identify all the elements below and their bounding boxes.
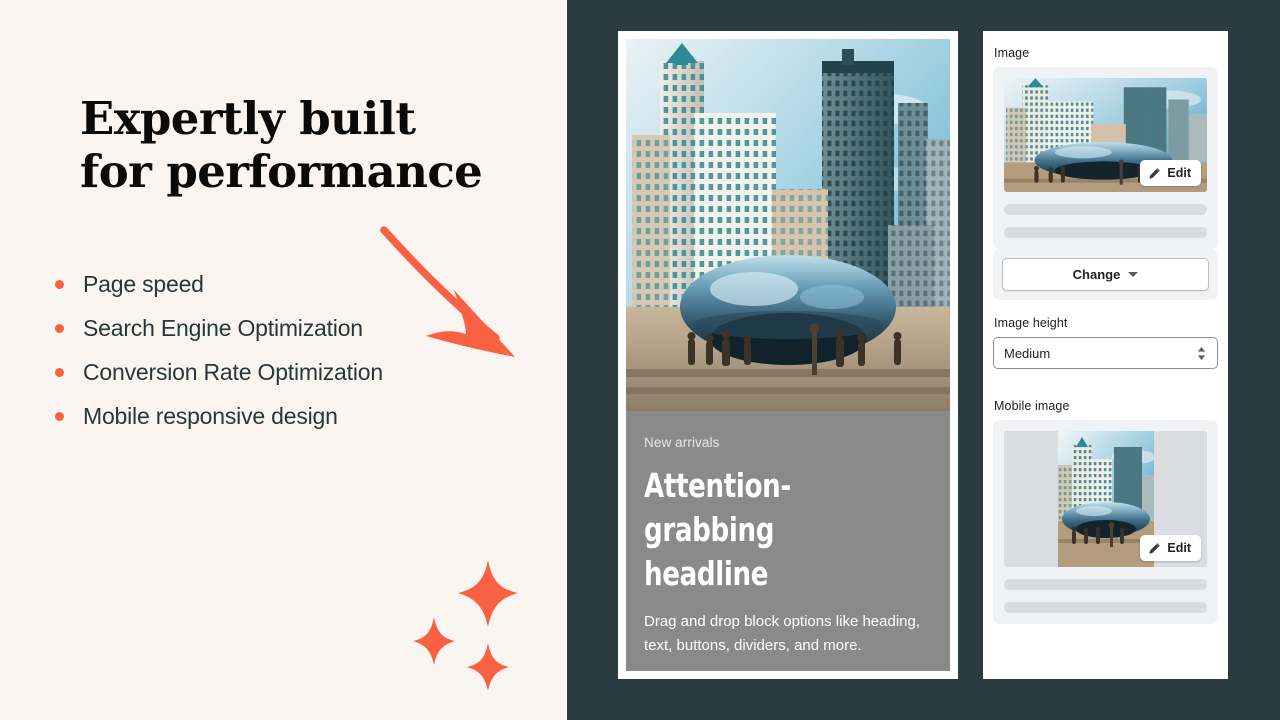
list-item-label: Search Engine Optimization: [83, 315, 363, 341]
bullet-dot-icon: [55, 279, 64, 289]
caret-down-icon: [1128, 272, 1139, 277]
hero-text-overlay: New arrivals Attention-grabbing headline…: [626, 411, 950, 671]
mobile-image-thumbnail[interactable]: Edit: [1004, 431, 1207, 567]
skeleton-bar: [1004, 579, 1207, 590]
hero-image: [626, 39, 950, 411]
change-image-label: Change: [1072, 267, 1121, 282]
preview-headline: Attention-grabbing headline: [644, 466, 791, 593]
eyebrow-text: New arrivals: [644, 435, 720, 450]
image-settings-panel: Image Edit Change Image height Medium Mo…: [983, 31, 1228, 679]
image-thumbnail[interactable]: Edit: [1004, 78, 1207, 192]
edit-image-label: Edit: [1167, 166, 1191, 180]
bullet-dot-icon: [55, 411, 64, 421]
preview-body-text: Drag and drop block options like heading…: [644, 613, 921, 654]
list-item: Mobile responsive design: [52, 394, 522, 438]
bullet-dot-icon: [55, 323, 64, 333]
skeleton-bar: [1004, 204, 1207, 215]
list-item-label: Conversion Rate Optimization: [83, 359, 383, 385]
edit-mobile-image-button[interactable]: Edit: [1140, 535, 1201, 561]
skeleton-bar: [1004, 227, 1207, 238]
theme-preview-card: New arrivals Attention-grabbing headline…: [618, 31, 958, 679]
curved-arrow-icon: [380, 226, 515, 357]
headline-line-1: Expertly built: [80, 92, 416, 145]
select-stepper-icon: [1197, 346, 1206, 360]
change-button-container: Change: [993, 249, 1218, 300]
mobile-image-media-card: Edit: [993, 420, 1218, 624]
image-height-value: Medium: [1004, 345, 1051, 361]
sparkles-icon: [413, 560, 518, 690]
skeleton-bar: [1004, 602, 1207, 613]
bullet-dot-icon: [55, 367, 64, 377]
headline-line-2: for performance: [80, 145, 483, 198]
image-section-label: Image: [994, 46, 1030, 60]
image-height-label: Image height: [994, 316, 1068, 330]
pencil-icon: [1149, 542, 1161, 554]
edit-image-button[interactable]: Edit: [1140, 160, 1201, 186]
list-item-label: Page speed: [83, 271, 204, 297]
mobile-image-label: Mobile image: [994, 399, 1070, 413]
edit-mobile-image-label: Edit: [1167, 541, 1191, 555]
image-height-select[interactable]: Medium: [993, 337, 1218, 369]
change-image-button[interactable]: Change: [1002, 258, 1209, 291]
left-marketing-panel: Expertly built for performance Page spee…: [0, 0, 567, 720]
pencil-icon: [1149, 167, 1161, 179]
image-media-card: Edit: [993, 67, 1218, 249]
list-item-label: Mobile responsive design: [83, 403, 338, 429]
page-title: Expertly built for performance: [80, 92, 550, 198]
